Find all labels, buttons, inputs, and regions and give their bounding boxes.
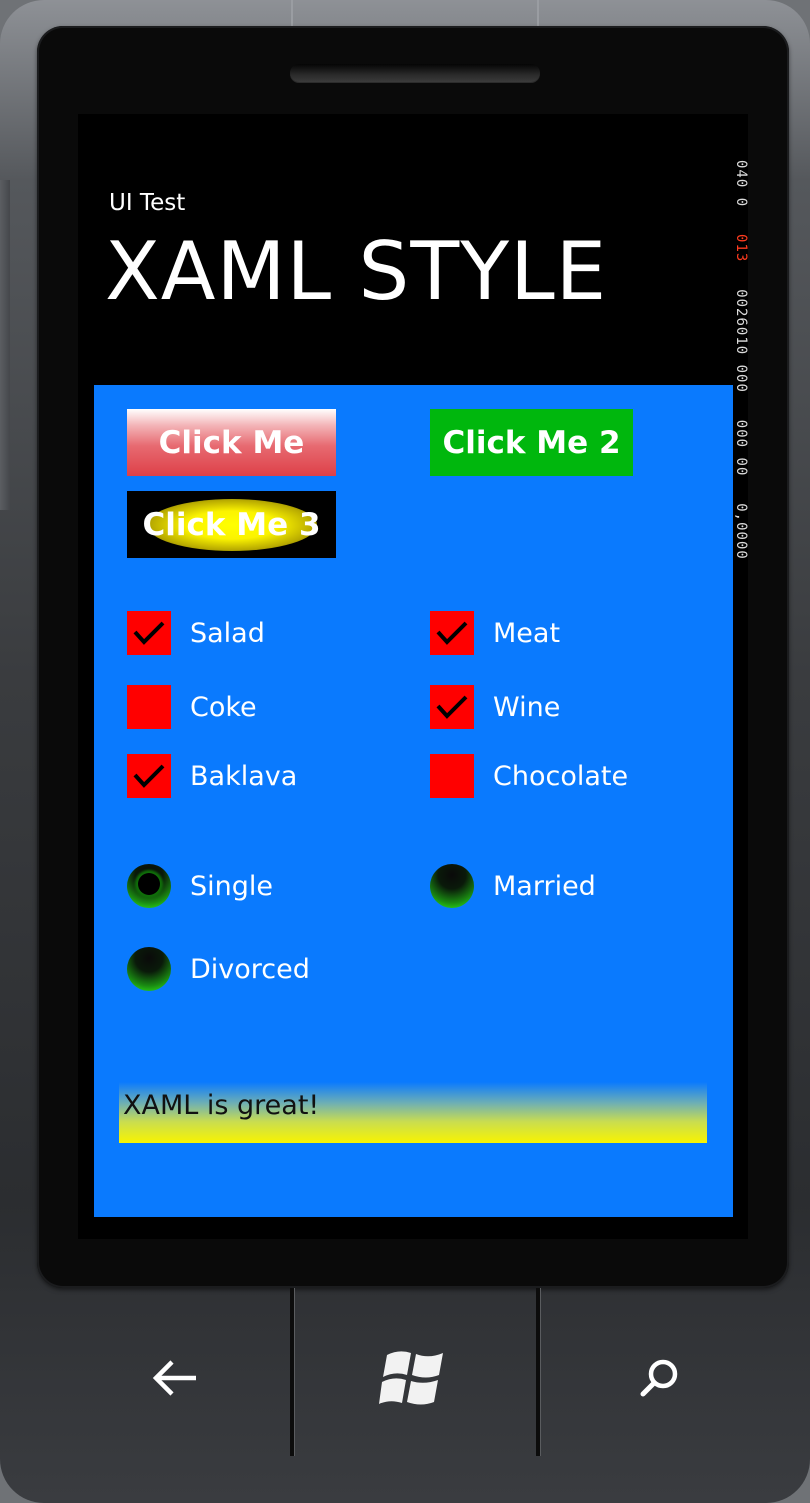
checkbox-label: Salad bbox=[190, 617, 265, 649]
radio-indicator bbox=[127, 947, 171, 991]
radio-indicator bbox=[430, 864, 474, 908]
search-icon bbox=[640, 1359, 678, 1397]
counter-value: 000 00 bbox=[733, 419, 748, 477]
phone-seam bbox=[291, 0, 293, 26]
checkbox-meat[interactable]: Meat bbox=[430, 611, 560, 655]
checkbox-chocolate[interactable]: Chocolate bbox=[430, 754, 628, 798]
checkbox-salad[interactable]: Salad bbox=[127, 611, 265, 655]
checkmark-icon bbox=[133, 764, 165, 788]
start-button[interactable] bbox=[354, 1328, 474, 1428]
back-button[interactable] bbox=[115, 1328, 235, 1428]
message-textbox[interactable]: XAML is great! bbox=[119, 1082, 707, 1143]
radio-single[interactable]: Single bbox=[127, 864, 273, 908]
checkbox-label: Chocolate bbox=[493, 760, 629, 792]
checkbox-box bbox=[127, 611, 171, 655]
radio-married[interactable]: Married bbox=[430, 864, 596, 908]
checkbox-label: Meat bbox=[493, 617, 561, 649]
search-button[interactable] bbox=[600, 1328, 720, 1428]
checkbox-baklava[interactable]: Baklava bbox=[127, 754, 297, 798]
nav-divider bbox=[290, 1288, 294, 1456]
button-label: Click Me 3 bbox=[142, 506, 321, 543]
counter-value: 0026010 000 bbox=[733, 289, 748, 393]
checkmark-icon bbox=[133, 621, 165, 645]
checkbox-wine[interactable]: Wine bbox=[430, 685, 560, 729]
counter-value: 0,0000 bbox=[733, 503, 748, 560]
phone-seam bbox=[537, 0, 539, 26]
checkbox-coke[interactable]: Coke bbox=[127, 685, 257, 729]
checkbox-label: Wine bbox=[493, 691, 561, 723]
phone-side-edge bbox=[0, 180, 10, 510]
counter-value: 040 0 bbox=[733, 160, 748, 208]
radio-label: Divorced bbox=[190, 953, 310, 985]
radio-label: Single bbox=[190, 870, 274, 902]
phone-body: UI Test XAML STYLE 040 0 013 0026010 000… bbox=[0, 0, 810, 1503]
page-title: XAML STYLE bbox=[105, 225, 608, 318]
checkbox-box bbox=[127, 754, 171, 798]
nav-divider bbox=[536, 1288, 540, 1456]
counter-value: 013 bbox=[733, 234, 748, 263]
content-panel: Click Me Click Me 2 Click Me 3 Salad Mea… bbox=[94, 385, 733, 1217]
button-label: Click Me bbox=[158, 424, 305, 461]
checkbox-box bbox=[430, 685, 474, 729]
click-me-2-button[interactable]: Click Me 2 bbox=[430, 409, 633, 476]
checkbox-box bbox=[430, 754, 474, 798]
checkbox-box bbox=[430, 611, 474, 655]
radio-divorced[interactable]: Divorced bbox=[127, 947, 310, 991]
windows-logo-icon bbox=[379, 1351, 443, 1405]
click-me-3-button[interactable]: Click Me 3 bbox=[127, 491, 336, 558]
checkmark-icon bbox=[436, 695, 468, 719]
click-me-button[interactable]: Click Me bbox=[127, 409, 336, 476]
back-arrow-icon bbox=[152, 1360, 196, 1396]
radio-indicator bbox=[127, 864, 171, 908]
button-label: Click Me 2 bbox=[442, 424, 621, 461]
phone-screen: UI Test XAML STYLE 040 0 013 0026010 000… bbox=[78, 114, 748, 1239]
checkmark-icon bbox=[436, 621, 468, 645]
app-title: UI Test bbox=[109, 190, 186, 216]
radio-label: Married bbox=[493, 870, 596, 902]
checkbox-box bbox=[127, 685, 171, 729]
hardware-nav-bar bbox=[0, 1288, 810, 1503]
speaker-grille bbox=[290, 64, 540, 82]
checkbox-label: Coke bbox=[190, 691, 257, 723]
checkbox-label: Baklava bbox=[190, 760, 298, 792]
